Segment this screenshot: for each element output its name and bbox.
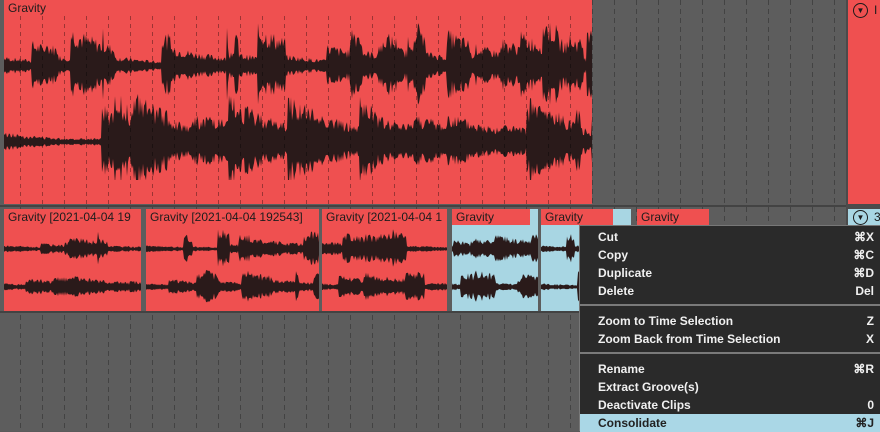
clip-grid-line: [570, 16, 571, 204]
chevron-down-icon[interactable]: ▼: [853, 210, 868, 225]
menu-item-label: Cut: [598, 230, 618, 244]
menu-item-label: Consolidate: [598, 416, 667, 430]
waveform: [322, 271, 447, 301]
menu-item-shortcut: Z: [866, 314, 874, 328]
clip-grid-line: [64, 16, 65, 204]
clip-grid-line: [482, 16, 483, 204]
menu-item-label: Zoom Back from Time Selection: [598, 332, 781, 346]
waveform: [146, 269, 319, 303]
menu-item-shortcut: X: [865, 332, 874, 346]
waveform: [452, 270, 538, 302]
menu-item-shortcut: ⌘D: [853, 266, 874, 280]
clip-grid-line: [174, 16, 175, 204]
menu-item-label: Rename: [598, 362, 645, 376]
menu-item-deactivate-clips[interactable]: Deactivate Clips 0: [580, 396, 880, 414]
clip-grid-line: [504, 16, 505, 204]
menu-item-zoom-to-time-selection[interactable]: Zoom to Time Selection Z: [580, 312, 880, 330]
menu-item-shortcut: ⌘C: [853, 248, 874, 262]
menu-item-label: Extract Groove(s): [598, 380, 699, 394]
clip-grid-line: [350, 16, 351, 204]
menu-item-shortcut: 0: [867, 398, 874, 412]
menu-item-shortcut: ⌘R: [853, 362, 874, 376]
audio-clip[interactable]: Gravity [2021-04-04 19: [4, 209, 141, 311]
audio-clip[interactable]: Gravity: [4, 0, 592, 204]
menu-item-extract-grooves[interactable]: Extract Groove(s): [580, 378, 880, 396]
track-header-1[interactable]: ▼ I: [848, 0, 880, 204]
clip-title: Gravity [2021-04-04 192543]: [146, 209, 319, 225]
clip-title: Gravity: [541, 209, 613, 225]
menu-item-label: Deactivate Clips: [598, 398, 691, 412]
menu-item-cut[interactable]: Cut ⌘X: [580, 228, 880, 246]
clip-grid-line: [306, 16, 307, 204]
clip-grid-line: [20, 16, 21, 204]
audio-clip-selected[interactable]: Gravity: [452, 209, 538, 311]
track-name: I: [874, 3, 878, 17]
menu-item-delete[interactable]: Delete Del: [580, 282, 880, 300]
menu-item-consolidate[interactable]: Consolidate ⌘J: [580, 414, 880, 432]
clip-grid-line: [460, 16, 461, 204]
menu-item-shortcut: ⌘X: [853, 230, 874, 244]
clip-title: Gravity [2021-04-04 1: [322, 209, 447, 225]
clip-title: Gravity: [452, 209, 530, 225]
clip-grid-line: [416, 16, 417, 204]
clip-grid-line: [152, 16, 153, 204]
clip-grid-line: [328, 16, 329, 204]
clip-grid-line: [130, 16, 131, 204]
clip-grid-line: [438, 16, 439, 204]
clip-title: Gravity: [637, 209, 709, 225]
menu-item-label: Zoom to Time Selection: [598, 314, 734, 328]
menu-item-copy[interactable]: Copy ⌘C: [580, 246, 880, 264]
clip-grid-line: [240, 16, 241, 204]
clip-grid-line: [108, 16, 109, 204]
track-header-2[interactable]: ▼ 3: [848, 209, 880, 225]
clip-grid-line: [86, 16, 87, 204]
clip-grid-line: [218, 16, 219, 204]
menu-separator: [580, 304, 880, 306]
menu-item-label: Delete: [598, 284, 635, 298]
context-menu: Cut ⌘X Copy ⌘C Duplicate ⌘D Delete Del Z…: [579, 225, 880, 432]
clip-grid-line: [262, 16, 263, 204]
clip-grid-line: [394, 16, 395, 204]
chevron-down-icon[interactable]: ▼: [853, 3, 868, 18]
menu-item-duplicate[interactable]: Duplicate ⌘D: [580, 264, 880, 282]
track-divider: [0, 205, 846, 207]
menu-item-label: Duplicate: [598, 266, 653, 280]
audio-clip[interactable]: Gravity [2021-04-04 1: [322, 209, 447, 311]
menu-item-shortcut: Del: [855, 284, 874, 298]
clip-grid-line: [526, 16, 527, 204]
menu-item-label: Copy: [598, 248, 628, 262]
audio-clip[interactable]: Gravity [2021-04-04 192543]: [146, 209, 319, 311]
menu-item-rename[interactable]: Rename ⌘R: [580, 360, 880, 378]
clip-grid-line: [284, 16, 285, 204]
clip-grid-line: [372, 16, 373, 204]
menu-separator: [580, 352, 880, 354]
clip-grid-line: [548, 16, 549, 204]
clip-title: Gravity [2021-04-04 19: [4, 209, 141, 225]
menu-item-shortcut: ⌘J: [855, 416, 874, 430]
track-name: 3: [874, 210, 880, 224]
menu-item-zoom-back[interactable]: Zoom Back from Time Selection X: [580, 330, 880, 348]
clip-grid-line: [196, 16, 197, 204]
clip-grid-line: [42, 16, 43, 204]
waveform: [4, 276, 141, 297]
